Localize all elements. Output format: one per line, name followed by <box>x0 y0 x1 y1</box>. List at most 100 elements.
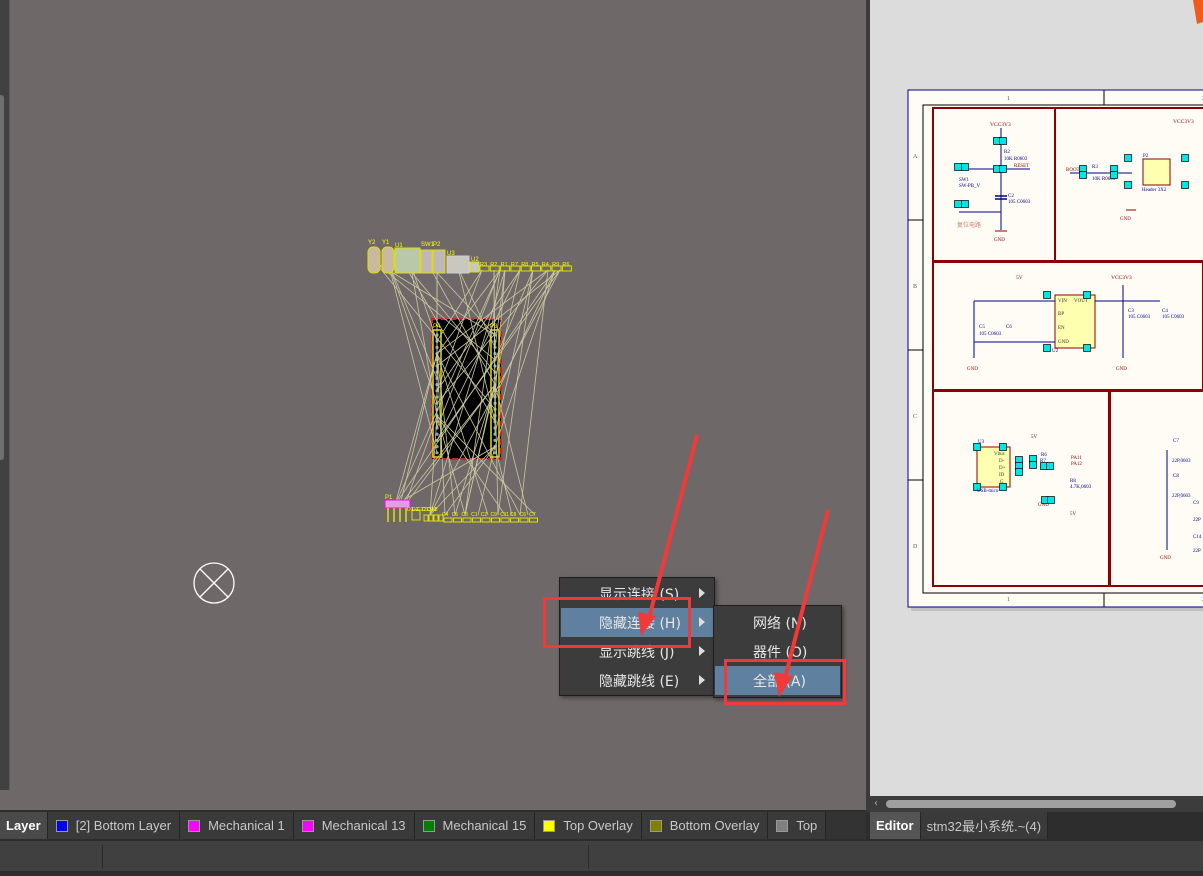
label: RESET <box>1014 164 1029 169</box>
footprint-cap <box>433 514 439 522</box>
footprint-cap <box>529 517 538 523</box>
label: VCC3V3 <box>1173 119 1194 125</box>
layer-color-swatch <box>55 819 68 832</box>
layer-tab-label: Mechanical 15 <box>442 818 527 833</box>
layer-tab[interactable]: Mechanical 1 <box>180 812 294 839</box>
layer-color-swatch <box>649 819 662 832</box>
pin-marker <box>1079 171 1087 179</box>
footprint-p2 <box>432 249 446 274</box>
designator-label: P4 <box>433 324 441 330</box>
designator-label: R2 <box>490 262 497 268</box>
label: 5V <box>1016 275 1023 281</box>
label: 22P <box>1193 518 1201 523</box>
tab-editor[interactable]: Editor <box>870 812 921 839</box>
row-label: C <box>913 414 917 420</box>
schematic-preview-panel[interactable]: 1212ABCDVCC3V3R210K R0603RESETSW1SW-PB_V… <box>870 0 1203 812</box>
designator-label: Y2 <box>368 240 376 246</box>
label: 105 C0603 <box>1128 315 1151 320</box>
label: SW-PB_V <box>959 184 981 189</box>
menu-item-hide-jumpers[interactable]: 隐藏跳线 (E) <box>561 666 713 695</box>
label: VOUT <box>1074 299 1088 304</box>
label: 5V <box>1031 435 1038 440</box>
label: U2 <box>1052 349 1059 354</box>
layer-tab[interactable]: Layer <box>0 812 48 839</box>
designator-label: C7 <box>529 512 536 518</box>
label: GND <box>994 238 1005 243</box>
label: EN <box>1058 326 1065 331</box>
footprint-cap <box>472 517 481 523</box>
label: C6 <box>1006 325 1012 330</box>
layer-tab[interactable]: Mechanical 15 <box>414 812 536 839</box>
scrollbar-thumb[interactable] <box>886 800 1176 808</box>
layer-tab[interactable]: Bottom Overlay <box>641 812 769 839</box>
pin-marker <box>1181 154 1189 162</box>
pin-marker <box>1047 496 1055 504</box>
menu-item-label: 隐藏跳线 (E) <box>599 673 680 690</box>
menu-item-label: 网络 (N) <box>753 615 807 632</box>
label: R2 <box>1004 150 1010 155</box>
designator-label: L2 <box>432 507 438 513</box>
designator-label: R1 <box>501 262 508 268</box>
submenu-arrow-icon <box>699 588 705 598</box>
label: 105 C0603 <box>1162 315 1185 320</box>
designator-label: U2 <box>471 257 479 263</box>
footprint-u3 <box>446 255 470 274</box>
designator-label: C4 <box>442 512 449 518</box>
status-bar <box>0 841 1203 871</box>
label: GND <box>1058 340 1069 345</box>
layer-color-swatch <box>776 819 789 832</box>
designator-label: R5 <box>532 262 539 268</box>
label: C2 <box>1008 194 1014 199</box>
layer-tab-label: Top Overlay <box>563 818 633 833</box>
pin-marker <box>1083 344 1091 352</box>
horizontal-scrollbar[interactable]: ‹ <box>870 796 1203 812</box>
label: PA11 <box>1071 456 1082 461</box>
scroll-left-icon[interactable]: ‹ <box>874 798 878 809</box>
schematic-drawing: 1212ABCDVCC3V3R210K R0603RESETSW1SW-PB_V… <box>907 0 1203 611</box>
pin-marker <box>1043 344 1051 352</box>
label: C4 <box>1162 309 1168 314</box>
label: 5V <box>1070 512 1077 517</box>
label: GND <box>967 367 978 372</box>
label: C14 <box>1193 535 1202 540</box>
designator-label: C2 <box>481 512 488 518</box>
layer-tab[interactable]: [2] Bottom Layer <box>47 812 181 839</box>
annotation-box-all <box>724 659 846 705</box>
footprint-u1 <box>394 247 421 274</box>
submenu-item-nets[interactable]: 网络 (N) <box>715 608 840 637</box>
label: ID <box>999 473 1005 478</box>
pin-marker <box>954 200 962 208</box>
label: 22P,0603 <box>1172 494 1191 499</box>
layer-color-swatch <box>422 819 435 832</box>
pin-marker <box>999 137 1007 145</box>
footprint-cap <box>453 517 462 523</box>
footprint-cap <box>519 517 529 523</box>
ratsnest-line <box>497 269 534 516</box>
layer-tab-label: Top <box>796 818 818 833</box>
layer-tab[interactable]: Mechanical 13 <box>293 812 415 839</box>
designator-label: C8 <box>510 512 517 518</box>
designator-label: P2 <box>433 242 441 248</box>
tab-document[interactable]: stm32最小系统.~(4) <box>920 812 1049 839</box>
label: U3 <box>978 440 985 445</box>
designator-label: C9 <box>491 512 498 518</box>
designator-label: U1 <box>395 243 403 249</box>
vertical-scrollbar[interactable] <box>0 95 4 460</box>
footprint-cap <box>481 517 491 523</box>
ratsnest-line <box>387 261 438 453</box>
layer-tab-bar: Layer [2] Bottom Layer Mechanical 1 Mechani… <box>0 812 866 839</box>
layer-tab[interactable]: Top <box>768 812 827 839</box>
designator-label: C1 <box>471 512 478 518</box>
label: USB-mico <box>977 489 999 494</box>
label: GND <box>1116 367 1127 372</box>
layer-tab[interactable]: Top Overlay <box>535 812 642 839</box>
layer-tab-label: Layer <box>6 818 41 833</box>
footprint-cap <box>491 517 500 523</box>
label: C8 <box>1173 474 1179 479</box>
layer-tab-label: Bottom Overlay <box>669 818 760 833</box>
pin-marker <box>961 200 969 208</box>
footprint-cap <box>423 514 429 522</box>
label: 4.7K,0603 <box>1070 485 1092 490</box>
layer-color-swatch <box>301 819 314 832</box>
designator-label: R6 <box>562 262 569 268</box>
